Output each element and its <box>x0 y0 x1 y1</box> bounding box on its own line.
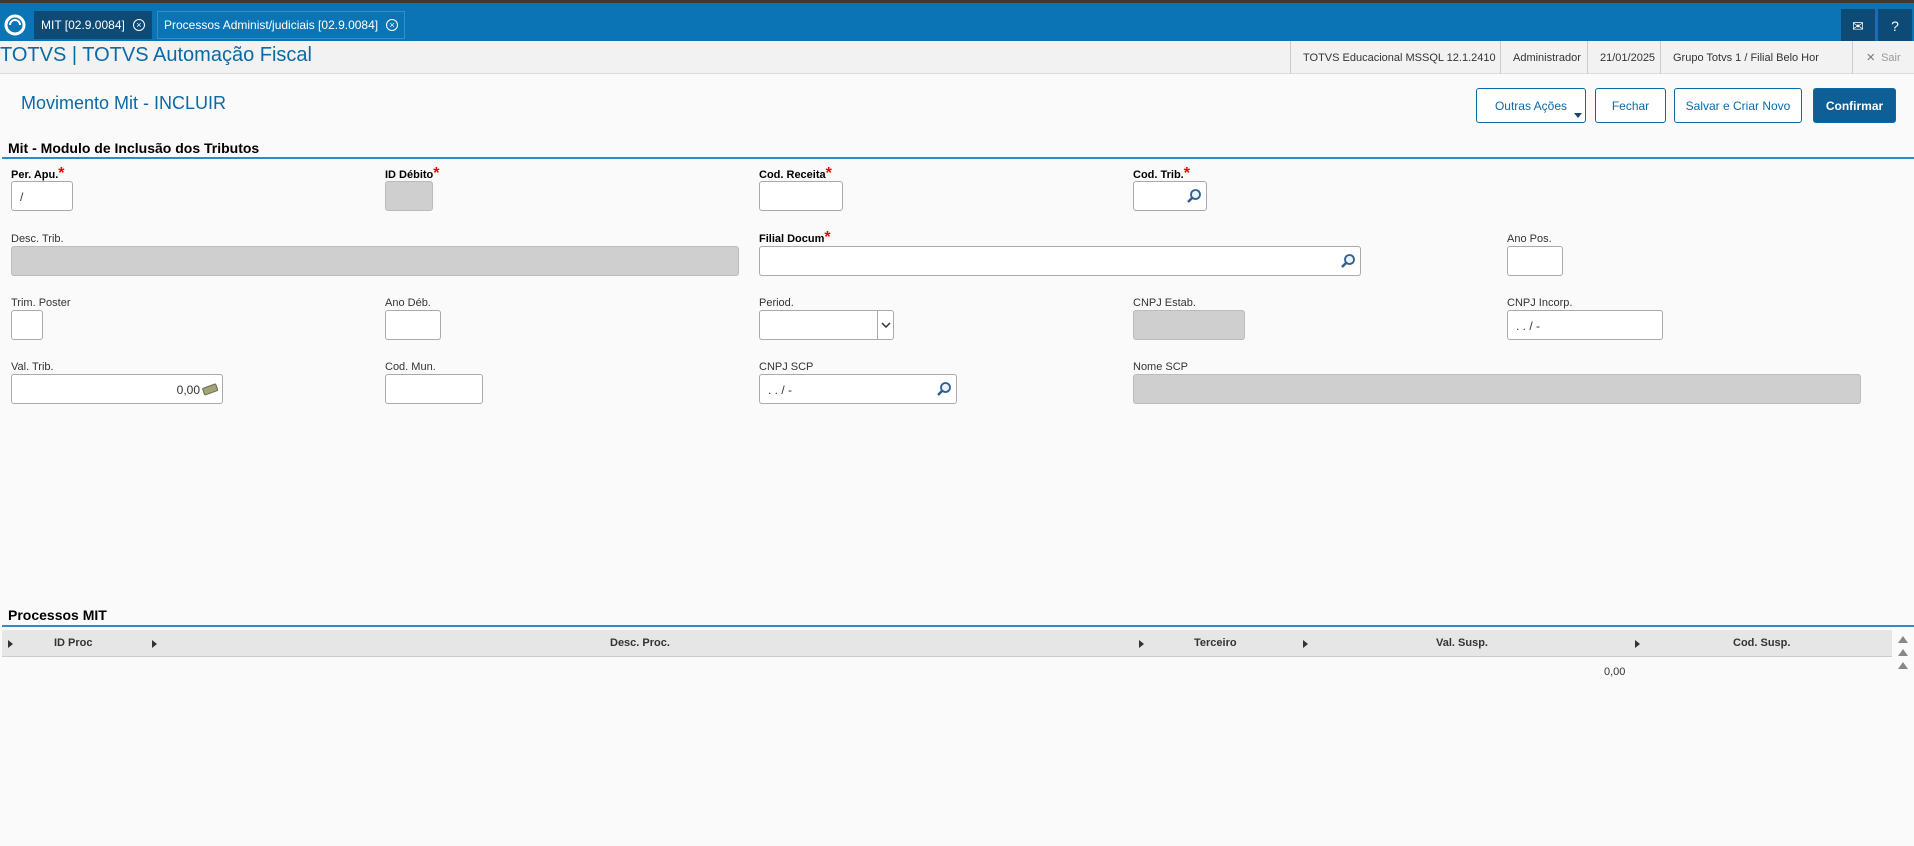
other-actions-button[interactable]: Outras Ações <box>1476 88 1586 123</box>
app-header: TOTVS | TOTVS Automação Fiscal TOTVS Edu… <box>0 41 1914 74</box>
confirm-button[interactable]: Confirmar <box>1813 88 1896 123</box>
close-label: Fechar <box>1611 98 1650 113</box>
cell-val-susp: 0,00 <box>1604 666 1626 678</box>
col-header-id-proc[interactable]: ID Proc <box>54 637 93 649</box>
processes-grid-header: ID Proc Desc. Proc. Terceiro Val. Susp. … <box>2 630 1892 657</box>
row-indicator-icon <box>8 640 13 648</box>
column-sort-icon[interactable] <box>1303 640 1308 648</box>
cod-mun-label: Cod. Mun. <box>385 361 436 373</box>
scroll-up-icon[interactable] <box>1898 662 1908 669</box>
branch-info: Grupo Totvs 1 / Filial Belo Hor <box>1660 41 1831 74</box>
col-header-cod-susp[interactable]: Cod. Susp. <box>1733 637 1790 649</box>
save-new-label: Salvar e Criar Novo <box>1685 98 1791 113</box>
col-header-terceiro[interactable]: Terceiro <box>1194 637 1237 649</box>
chevron-down-icon <box>1574 113 1582 118</box>
period-select[interactable] <box>759 310 894 340</box>
tab-processos[interactable]: Processos Administ/judiciais [02.9.0084]… <box>157 11 406 39</box>
section-divider <box>2 157 1914 159</box>
cod-mun-input[interactable] <box>385 374 483 404</box>
tab-label: MIT [02.9.0084] <box>41 18 125 32</box>
calculator-icon[interactable] <box>202 381 218 397</box>
search-icon[interactable] <box>1340 253 1356 269</box>
desc-trib-input <box>11 246 739 276</box>
close-button[interactable]: Fechar <box>1595 88 1666 123</box>
totvs-logo-icon[interactable] <box>0 6 30 44</box>
column-sort-icon[interactable] <box>152 640 157 648</box>
column-sort-icon[interactable] <box>1635 640 1640 648</box>
tab-label: Processos Administ/judiciais [02.9.0084] <box>164 18 379 32</box>
period-label: Period. <box>759 297 794 309</box>
per-apu-input[interactable]: / <box>11 181 73 211</box>
scroll-top-icon[interactable] <box>1898 636 1908 643</box>
section-divider <box>2 625 1914 627</box>
exit-button[interactable]: × Sair <box>1852 41 1914 74</box>
ano-pos-input[interactable] <box>1507 246 1563 276</box>
close-tab-icon[interactable]: × <box>132 19 145 31</box>
cnpj-estab-label: CNPJ Estab. <box>1133 297 1196 309</box>
col-header-desc-proc[interactable]: Desc. Proc. <box>610 637 670 649</box>
cod-trib-label: Cod. Trib.* <box>1133 165 1190 182</box>
ano-deb-label: Ano Déb. <box>385 297 431 309</box>
per-apu-label: Per. Apu.* <box>11 165 65 182</box>
col-header-val-susp[interactable]: Val. Susp. <box>1436 637 1488 649</box>
form-section-title: Mit - Modulo de Inclusão dos Tributos <box>8 140 260 156</box>
page-title: Movimento Mit - INCLUIR <box>21 93 227 113</box>
help-icon[interactable]: ? <box>1878 9 1912 43</box>
environment-info: TOTVS Educacional MSSQL 12.1.2410 <box>1290 41 1508 74</box>
chevron-down-icon[interactable] <box>877 311 893 339</box>
mail-icon[interactable]: ✉ <box>1841 9 1875 43</box>
close-tab-icon[interactable]: × <box>386 19 399 31</box>
tab-mit[interactable]: MIT [02.9.0084] × <box>34 11 152 39</box>
ano-deb-input[interactable] <box>385 310 441 340</box>
save-and-new-button[interactable]: Salvar e Criar Novo <box>1674 88 1802 123</box>
cod-receita-label: Cod. Receita* <box>759 165 832 182</box>
exit-label: Sair <box>1881 51 1901 64</box>
grid-scrollbar[interactable] <box>1894 630 1912 690</box>
top-bar: MIT [02.9.0084] × Processos Administ/jud… <box>0 0 1914 44</box>
cnpj-incorp-label: CNPJ Incorp. <box>1507 297 1573 309</box>
close-icon: × <box>1866 49 1876 66</box>
val-trib-input[interactable]: 0,00 <box>11 374 223 404</box>
filial-docum-input[interactable] <box>759 246 1361 276</box>
nome-scp-input <box>1133 374 1861 404</box>
cod-receita-input[interactable] <box>759 181 843 211</box>
filial-docum-label: Filial Docum* <box>759 229 831 246</box>
id-debito-input <box>385 181 433 211</box>
scroll-page-up-icon[interactable] <box>1898 649 1908 656</box>
trim-poster-input[interactable] <box>11 310 43 340</box>
cnpj-scp-input[interactable]: . . / - <box>759 374 957 404</box>
desc-trib-label: Desc. Trib. <box>11 233 64 245</box>
search-icon[interactable] <box>1186 188 1202 204</box>
other-actions-label: Outras Ações <box>1494 98 1568 113</box>
app-title: TOTVS | TOTVS Automação Fiscal <box>0 44 312 66</box>
search-icon[interactable] <box>936 381 952 397</box>
cnpj-incorp-input[interactable]: . . / - <box>1507 310 1663 340</box>
date-info: 21/01/2025 <box>1587 41 1667 74</box>
cod-trib-input[interactable] <box>1133 181 1207 211</box>
user-info: Administrador <box>1500 41 1593 74</box>
confirm-label: Confirmar <box>1825 98 1884 113</box>
ano-pos-label: Ano Pos. <box>1507 233 1552 245</box>
nome-scp-label: Nome SCP <box>1133 361 1189 373</box>
processes-section-title: Processos MIT <box>8 607 107 623</box>
cnpj-scp-label: CNPJ SCP <box>759 361 814 373</box>
id-debito-label: ID Débito* <box>385 165 440 182</box>
cnpj-estab-input <box>1133 310 1245 340</box>
trim-poster-label: Trim. Poster <box>11 297 71 309</box>
val-trib-label: Val. Trib. <box>11 361 54 373</box>
column-sort-icon[interactable] <box>1139 640 1144 648</box>
